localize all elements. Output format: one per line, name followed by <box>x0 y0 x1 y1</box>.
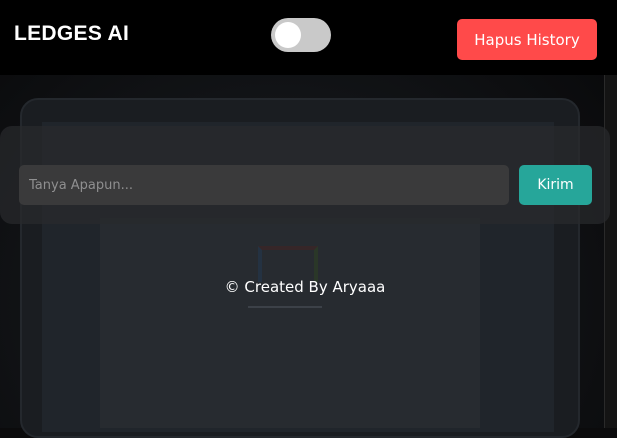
background-divider <box>248 306 322 308</box>
toggle-knob <box>275 22 301 48</box>
chat-input[interactable] <box>19 165 509 205</box>
theme-toggle[interactable] <box>271 18 331 52</box>
top-bar: LEDGES AI Hapus History <box>0 0 617 75</box>
send-button[interactable]: Kirim <box>519 165 592 205</box>
background-mail-logo <box>258 246 318 282</box>
clear-history-button[interactable]: Hapus History <box>457 19 597 60</box>
footer-credit: © Created By Aryaaa <box>224 278 386 296</box>
app-title: LEDGES AI <box>14 22 130 45</box>
chat-panel: Kirim <box>0 126 610 224</box>
